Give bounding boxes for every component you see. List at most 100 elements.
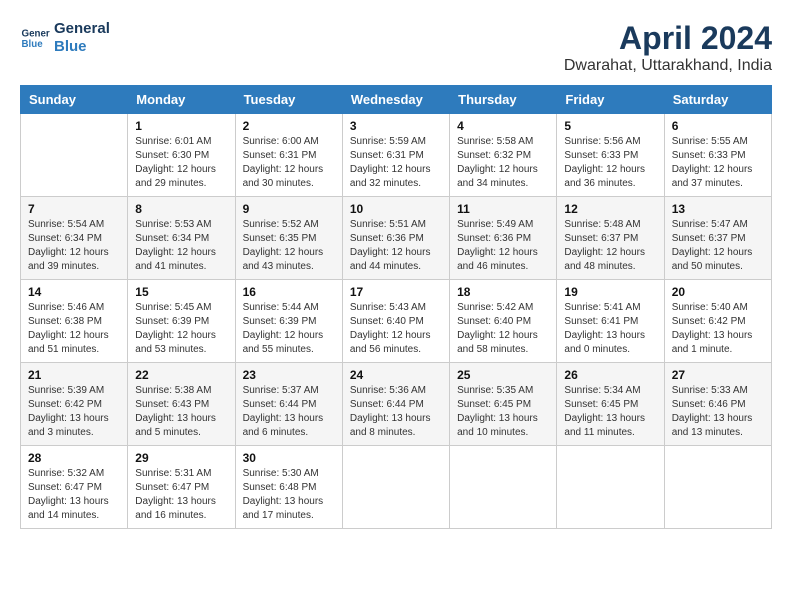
- calendar-cell: 9 Sunrise: 5:52 AM Sunset: 6:35 PM Daylig…: [235, 197, 342, 280]
- week-row-1: 1 Sunrise: 6:01 AM Sunset: 6:30 PM Daylig…: [21, 114, 772, 197]
- calendar-cell: 13Sunrise: 5:47 AM Sunset: 6:37 PM Dayli…: [664, 197, 771, 280]
- calendar-cell: [342, 446, 449, 529]
- day-number: 9: [243, 202, 335, 216]
- day-number: 29: [135, 451, 227, 465]
- day-info: Sunrise: 5:36 AM Sunset: 6:44 PM Dayligh…: [350, 384, 442, 440]
- day-number: 11: [457, 202, 549, 216]
- day-info: Sunrise: 5:39 AM Sunset: 6:42 PM Dayligh…: [28, 384, 120, 440]
- day-info: Sunrise: 5:58 AM Sunset: 6:32 PM Dayligh…: [457, 135, 549, 191]
- title-area: April 2024 Dwarahat, Uttarakhand, India: [564, 20, 772, 75]
- calendar-cell: 30 Sunrise: 5:30 AM Sunset: 6:48 PM Dayli…: [235, 446, 342, 529]
- day-info: Sunrise: 5:44 AM Sunset: 6:39 PM Dayligh…: [243, 301, 335, 357]
- day-header-sunday: Sunday: [21, 86, 128, 114]
- day-number: 2: [243, 119, 335, 133]
- calendar-cell: 4Sunrise: 5:58 AM Sunset: 6:32 PM Daylig…: [450, 114, 557, 197]
- calendar-cell: 7Sunrise: 5:54 AM Sunset: 6:34 PM Daylig…: [21, 197, 128, 280]
- main-title: April 2024: [564, 20, 772, 57]
- week-row-4: 21 Sunrise: 5:39 AM Sunset: 6:42 PM Dayli…: [21, 363, 772, 446]
- day-info: Sunrise: 5:45 AM Sunset: 6:39 PM Dayligh…: [135, 301, 227, 357]
- day-number: 21: [28, 368, 120, 382]
- calendar-cell: [450, 446, 557, 529]
- calendar-cell: 22Sunrise: 5:38 AM Sunset: 6:43 PM Dayli…: [128, 363, 235, 446]
- day-number: 20: [672, 285, 764, 299]
- day-info: Sunrise: 5:52 AM Sunset: 6:35 PM Dayligh…: [243, 218, 335, 274]
- calendar-cell: 20 Sunrise: 5:40 AM Sunset: 6:42 PM Dayli…: [664, 280, 771, 363]
- day-number: 24: [350, 368, 442, 382]
- day-number: 7: [28, 202, 120, 216]
- day-header-monday: Monday: [128, 86, 235, 114]
- day-header-friday: Friday: [557, 86, 664, 114]
- day-header-saturday: Saturday: [664, 86, 771, 114]
- subtitle: Dwarahat, Uttarakhand, India: [564, 57, 772, 75]
- svg-text:Blue: Blue: [22, 39, 44, 50]
- calendar-cell: 2 Sunrise: 6:00 AM Sunset: 6:31 PM Daylig…: [235, 114, 342, 197]
- days-header-row: SundayMondayTuesdayWednesdayThursdayFrid…: [21, 86, 772, 114]
- calendar-cell: 8Sunrise: 5:53 AM Sunset: 6:34 PM Daylig…: [128, 197, 235, 280]
- calendar-cell: 21 Sunrise: 5:39 AM Sunset: 6:42 PM Dayli…: [21, 363, 128, 446]
- day-header-tuesday: Tuesday: [235, 86, 342, 114]
- day-number: 17: [350, 285, 442, 299]
- day-info: Sunrise: 5:42 AM Sunset: 6:40 PM Dayligh…: [457, 301, 549, 357]
- day-number: 6: [672, 119, 764, 133]
- day-info: Sunrise: 5:56 AM Sunset: 6:33 PM Dayligh…: [564, 135, 656, 191]
- week-row-5: 28Sunrise: 5:32 AM Sunset: 6:47 PM Dayli…: [21, 446, 772, 529]
- calendar-cell: 26 Sunrise: 5:34 AM Sunset: 6:45 PM Dayli…: [557, 363, 664, 446]
- day-number: 18: [457, 285, 549, 299]
- header: General Blue General Blue April 2024 Dwa…: [20, 20, 772, 75]
- day-header-wednesday: Wednesday: [342, 86, 449, 114]
- calendar-cell: 5 Sunrise: 5:56 AM Sunset: 6:33 PM Daylig…: [557, 114, 664, 197]
- logo-general: General: [54, 20, 110, 38]
- day-info: Sunrise: 6:01 AM Sunset: 6:30 PM Dayligh…: [135, 135, 227, 191]
- day-number: 10: [350, 202, 442, 216]
- calendar-cell: 17Sunrise: 5:43 AM Sunset: 6:40 PM Dayli…: [342, 280, 449, 363]
- calendar-cell: [557, 446, 664, 529]
- calendar-cell: 12Sunrise: 5:48 AM Sunset: 6:37 PM Dayli…: [557, 197, 664, 280]
- calendar-cell: 3 Sunrise: 5:59 AM Sunset: 6:31 PM Daylig…: [342, 114, 449, 197]
- calendar-table: SundayMondayTuesdayWednesdayThursdayFrid…: [20, 85, 772, 529]
- day-number: 27: [672, 368, 764, 382]
- day-info: Sunrise: 5:34 AM Sunset: 6:45 PM Dayligh…: [564, 384, 656, 440]
- day-number: 14: [28, 285, 120, 299]
- day-number: 12: [564, 202, 656, 216]
- calendar-cell: 10 Sunrise: 5:51 AM Sunset: 6:36 PM Dayli…: [342, 197, 449, 280]
- day-info: Sunrise: 5:33 AM Sunset: 6:46 PM Dayligh…: [672, 384, 764, 440]
- calendar-cell: 6Sunrise: 5:55 AM Sunset: 6:33 PM Daylig…: [664, 114, 771, 197]
- calendar-cell: [664, 446, 771, 529]
- calendar-cell: 19Sunrise: 5:41 AM Sunset: 6:41 PM Dayli…: [557, 280, 664, 363]
- day-info: Sunrise: 5:49 AM Sunset: 6:36 PM Dayligh…: [457, 218, 549, 274]
- logo: General Blue General Blue: [20, 20, 110, 56]
- calendar-cell: 16 Sunrise: 5:44 AM Sunset: 6:39 PM Dayli…: [235, 280, 342, 363]
- day-number: 8: [135, 202, 227, 216]
- svg-text:General: General: [22, 29, 51, 40]
- day-info: Sunrise: 5:51 AM Sunset: 6:36 PM Dayligh…: [350, 218, 442, 274]
- calendar-cell: 28Sunrise: 5:32 AM Sunset: 6:47 PM Dayli…: [21, 446, 128, 529]
- day-number: 3: [350, 119, 442, 133]
- day-number: 13: [672, 202, 764, 216]
- day-info: Sunrise: 5:38 AM Sunset: 6:43 PM Dayligh…: [135, 384, 227, 440]
- week-row-2: 7Sunrise: 5:54 AM Sunset: 6:34 PM Daylig…: [21, 197, 772, 280]
- day-info: Sunrise: 5:35 AM Sunset: 6:45 PM Dayligh…: [457, 384, 549, 440]
- day-header-thursday: Thursday: [450, 86, 557, 114]
- calendar-cell: 29Sunrise: 5:31 AM Sunset: 6:47 PM Dayli…: [128, 446, 235, 529]
- day-number: 26: [564, 368, 656, 382]
- day-info: Sunrise: 5:30 AM Sunset: 6:48 PM Dayligh…: [243, 467, 335, 523]
- calendar-cell: 15 Sunrise: 5:45 AM Sunset: 6:39 PM Dayli…: [128, 280, 235, 363]
- calendar-cell: 11 Sunrise: 5:49 AM Sunset: 6:36 PM Dayli…: [450, 197, 557, 280]
- day-number: 15: [135, 285, 227, 299]
- day-info: Sunrise: 5:46 AM Sunset: 6:38 PM Dayligh…: [28, 301, 120, 357]
- day-number: 30: [243, 451, 335, 465]
- day-info: Sunrise: 5:59 AM Sunset: 6:31 PM Dayligh…: [350, 135, 442, 191]
- calendar-cell: [21, 114, 128, 197]
- day-number: 16: [243, 285, 335, 299]
- calendar-cell: 27 Sunrise: 5:33 AM Sunset: 6:46 PM Dayli…: [664, 363, 771, 446]
- day-info: Sunrise: 5:32 AM Sunset: 6:47 PM Dayligh…: [28, 467, 120, 523]
- day-info: Sunrise: 6:00 AM Sunset: 6:31 PM Dayligh…: [243, 135, 335, 191]
- day-number: 1: [135, 119, 227, 133]
- day-number: 25: [457, 368, 549, 382]
- calendar-cell: 24 Sunrise: 5:36 AM Sunset: 6:44 PM Dayli…: [342, 363, 449, 446]
- calendar-body: 1 Sunrise: 6:01 AM Sunset: 6:30 PM Daylig…: [21, 114, 772, 529]
- day-info: Sunrise: 5:40 AM Sunset: 6:42 PM Dayligh…: [672, 301, 764, 357]
- day-number: 5: [564, 119, 656, 133]
- day-info: Sunrise: 5:37 AM Sunset: 6:44 PM Dayligh…: [243, 384, 335, 440]
- logo-icon: General Blue: [20, 23, 50, 53]
